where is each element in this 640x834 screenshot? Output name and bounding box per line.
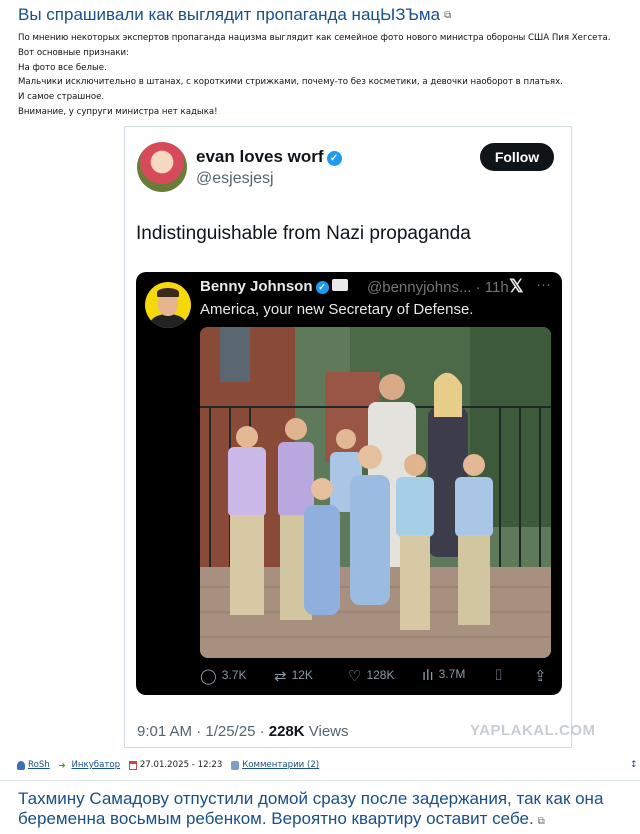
timestamp-text: 9:01 AM · 1/25/25 · [137,723,269,740]
comments-link[interactable]: Комментарии (2) [242,760,319,770]
post-author-link[interactable]: RoSh [28,760,50,770]
site-watermark: YAPLAKAL.COM [470,722,596,739]
family-photo[interactable] [200,327,551,658]
post-body: По мнению некоторых экспертов пропаганда… [18,31,633,120]
body-line: Внимание, у супруги министра нет кадыка! [18,106,218,117]
views-label: Views [304,723,349,740]
like-action[interactable]: ♡ 128K [348,667,394,685]
views-action[interactable]: ılı 3.7M [422,667,465,684]
post-meta-bar: RoSh ➜ Инкубатор 27.01.2025 - 12:23 Комме… [17,760,640,771]
reply-action[interactable]: ◯ 3.7K [200,667,246,685]
calendar-icon [128,760,137,770]
post-title[interactable]: Вы спрашивали как выглядит пропаганда на… [18,5,451,25]
verified-badge-icon: ✓ [326,151,342,166]
bookmark-icon: ⌷ [494,667,504,684]
quoted-tweet[interactable]: Benny Johnson ✓ @bennyjohns... · 11h 𝕏 ··… [136,272,562,695]
quote-author-handle[interactable]: @bennyjohns... · 11h [367,279,509,296]
author-name-text[interactable]: evan loves worf [196,147,324,166]
reply-icon: ◯ [200,668,217,685]
comment-icon [231,760,240,770]
repost-action[interactable]: ⇄ 12K [274,667,313,685]
views-count: 3.7M [438,667,466,681]
tweet-timestamp[interactable]: 9:01 AM · 1/25/25 · 228K Views [137,723,349,740]
tweet-author-avatar[interactable] [137,142,187,192]
post-date: 27.01.2025 - 12:23 [139,760,223,770]
views-total: 228K [268,723,305,740]
next-post-title[interactable]: Тахмину Самадову отпустили домой сразу п… [18,789,618,832]
section-link[interactable]: Инкубатор [71,760,120,770]
quote-author-name[interactable]: Benny Johnson ✓ [200,278,348,295]
tweet-action-bar: ◯ 3.7K ⇄ 12K ♡ 128K ılı 3.7M ⌷ ⇪ [136,667,562,689]
family-photo-illustration [200,327,551,658]
embedded-tweet: evan loves worf ✓ @esjesjesj Follow Indis… [124,126,572,748]
body-line: На фото все белые. [18,62,107,73]
repost-icon: ⇄ [274,668,287,685]
external-link-icon[interactable]: ⧉ [538,816,545,827]
body-line: Мальчики исключительно в штанах, с корот… [18,77,563,88]
affiliate-badge-icon [331,279,348,291]
bar-chart-icon: ılı [422,667,434,684]
heart-icon: ♡ [348,668,362,685]
section-arrow-icon: ➜ [58,760,66,771]
quote-author-avatar[interactable] [145,282,191,328]
tweet-author-name[interactable]: evan loves worf ✓ [196,147,342,167]
quote-text: America, your new Secretary of Defense. [200,301,474,318]
post-title-text[interactable]: Вы спрашивали как выглядит пропаганда на… [18,5,440,24]
body-line: И самое страшное. [18,92,105,103]
next-post-title-text[interactable]: Тахмину Самадову отпустили домой сразу п… [18,789,603,828]
post-divider [0,780,640,781]
follow-button[interactable]: Follow [480,143,554,171]
reply-count: 3.7K [221,668,247,682]
share-action[interactable]: ⇪ [534,667,552,685]
user-icon [17,760,25,770]
body-line: По мнению некоторых экспертов пропаганда… [18,33,611,43]
x-logo-icon: 𝕏 [509,276,524,296]
tweet-author-handle[interactable]: @esjesjesj [196,170,274,188]
body-line: Вот основные признаки: [18,47,130,58]
share-icon: ⇪ [534,668,547,685]
verified-badge-icon: ✓ [315,281,329,294]
tweet-text: Indistinguishable from Nazi propaganda [136,223,471,244]
repost-count: 12K [291,668,313,682]
like-count: 128K [366,668,395,682]
external-link-icon[interactable]: ⧉ [444,10,451,21]
scroll-up-icon[interactable]: ↕ [630,760,638,770]
quote-author-name-text[interactable]: Benny Johnson [200,278,313,295]
bookmark-action[interactable]: ⌷ [494,667,508,684]
more-options-icon[interactable]: ··· [536,276,551,293]
